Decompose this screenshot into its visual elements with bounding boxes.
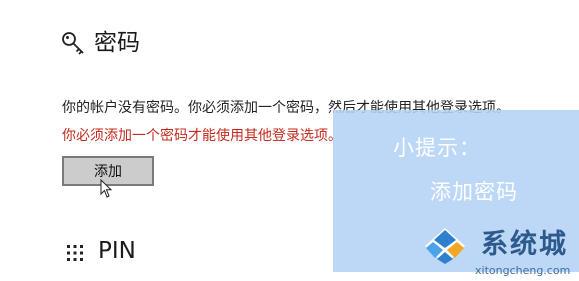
tip-body: 添加密码 <box>430 180 518 204</box>
password-section-header: 密码 <box>60 28 140 58</box>
keypad-icon <box>67 244 83 261</box>
watermark-logo-icon <box>425 228 465 264</box>
watermark-url: xitongcheng.com <box>475 264 571 277</box>
password-title: 密码 <box>94 30 140 56</box>
pin-section-header: PIN <box>66 236 136 266</box>
key-icon <box>62 32 84 55</box>
pin-title: PIN <box>98 238 136 264</box>
watermark-name: 系统城 <box>481 229 568 260</box>
watermark: 系统城 xitongcheng.com <box>421 226 579 281</box>
tip-label: 小提示： <box>393 136 481 160</box>
mouse-cursor-icon <box>100 179 113 198</box>
